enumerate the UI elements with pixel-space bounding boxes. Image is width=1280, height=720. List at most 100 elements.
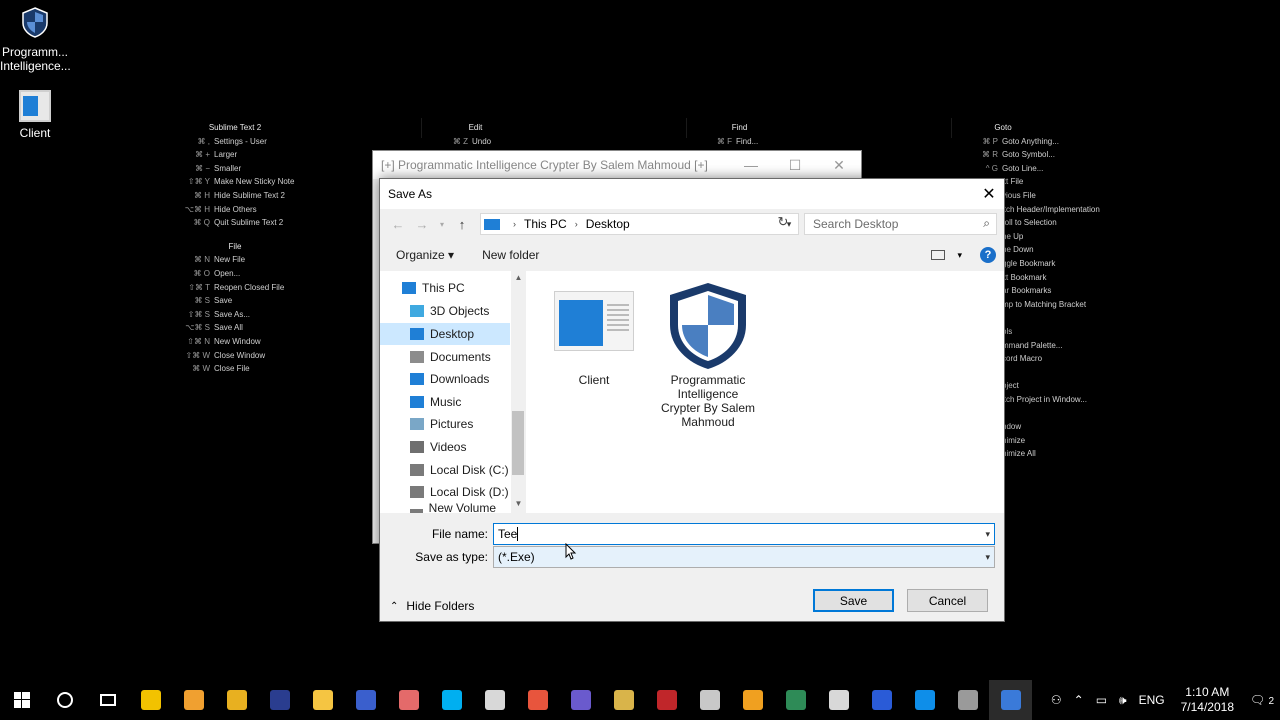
shortcut-key: ⇧⌘ W — [185, 350, 210, 360]
forward-arrow-icon: → — [415, 216, 429, 232]
taskbar-app-button[interactable] — [516, 680, 559, 720]
nav-item-this-pc[interactable]: This PC — [380, 277, 510, 299]
maximize-button[interactable]: ☐ — [773, 151, 817, 179]
taskbar-app-button[interactable] — [731, 680, 774, 720]
chevron-up-icon[interactable]: ⌃ — [1068, 693, 1090, 707]
taskbar-app-button[interactable] — [602, 680, 645, 720]
file-item-crypter[interactable]: Programmatic Intelligence Crypter By Sal… — [660, 281, 756, 429]
save-button[interactable]: Save — [813, 589, 894, 612]
taskbar-app-button[interactable] — [645, 680, 688, 720]
videos-icon — [410, 441, 424, 453]
language-indicator[interactable]: ENG — [1133, 693, 1171, 707]
nav-item-videos[interactable]: Videos — [380, 436, 510, 458]
nav-item-desktop[interactable]: Desktop — [380, 323, 510, 345]
desktop-icon-crypter[interactable]: Programm... Intelligence... — [0, 6, 71, 73]
cortana-button[interactable] — [43, 680, 86, 720]
help-icon[interactable]: ? — [980, 247, 996, 263]
taskbar-app-button[interactable] — [989, 680, 1032, 720]
taskbar-app-button[interactable] — [860, 680, 903, 720]
people-icon[interactable]: ⚇ — [1045, 693, 1068, 707]
shortcut-key: ⌘ , — [197, 136, 210, 146]
shortcut-label: Save — [214, 296, 233, 306]
cancel-button[interactable]: Cancel — [907, 589, 988, 612]
nav-item-documents[interactable]: Documents — [380, 346, 510, 368]
shortcut-label: Open... — [214, 268, 241, 278]
recent-locations-button[interactable]: ▾ — [434, 220, 450, 229]
close-button[interactable]: ✕ — [817, 151, 861, 179]
chevron-down-icon[interactable]: ▾ — [985, 529, 990, 540]
save-type-label: Save as type: — [415, 550, 488, 564]
file-name-row: File name: Tee ▾ — [380, 523, 1004, 545]
network-icon[interactable]: ▭ — [1090, 693, 1113, 707]
nav-scrollbar[interactable]: ▲ ▼ — [511, 271, 526, 513]
scroll-thumb[interactable] — [512, 411, 524, 475]
volume-icon[interactable]: 🕪 — [1113, 693, 1133, 708]
taskbar-app-button[interactable] — [559, 680, 602, 720]
search-icon[interactable]: ⌕ — [983, 216, 990, 231]
forward-button[interactable]: → — [410, 217, 434, 232]
shortcut-label: mp to Matching Bracket — [1002, 299, 1087, 309]
breadcrumb-desktop[interactable]: Desktop — [586, 217, 630, 231]
dialog-titlebar[interactable]: Save As ✕ — [380, 179, 1004, 209]
crypter-titlebar[interactable]: [+] Programmatic Intelligence Crypter By… — [373, 151, 861, 179]
taskbar-app-button[interactable] — [688, 680, 731, 720]
task-view-icon — [99, 694, 116, 706]
nav-item-local-disk-d[interactable]: Local Disk (D:) — [380, 481, 510, 503]
nav-item-label: Documents — [430, 350, 491, 364]
chevron-down-icon[interactable]: ▾ — [957, 250, 962, 261]
start-button[interactable] — [0, 680, 43, 720]
shortcut-key: ⌘ + — [195, 150, 210, 160]
shortcut-heading: Goto — [994, 123, 1012, 132]
taskbar-app-button[interactable] — [129, 680, 172, 720]
organize-button[interactable]: Organize ▾ — [380, 248, 468, 262]
taskbar-app-button[interactable] — [301, 680, 344, 720]
minimize-icon: — — [744, 157, 758, 173]
up-button[interactable]: ↑ — [450, 217, 474, 232]
shortcut-label: New Window — [214, 336, 261, 346]
taskbar-app-button[interactable] — [258, 680, 301, 720]
dialog-close-button[interactable]: ✕ — [974, 179, 1004, 209]
search-input[interactable]: Search Desktop ⌕ — [804, 213, 997, 235]
sublime-shortcut-column-edit: Edit ⌘ Z Undo — [428, 121, 523, 148]
taskbar-app-button[interactable] — [344, 680, 387, 720]
chevron-right-icon: › — [513, 219, 516, 229]
overlay-divider — [951, 118, 952, 138]
scroll-down-icon[interactable]: ▼ — [511, 499, 526, 508]
taskbar-app-button[interactable] — [473, 680, 516, 720]
nav-item-new-volume-e[interactable]: New Volume (E:) — [380, 501, 510, 513]
file-name-input[interactable]: Tee ▾ — [493, 523, 995, 545]
shortcut-key: ⌥⌘ H — [184, 204, 210, 214]
taskbar-app-button[interactable] — [387, 680, 430, 720]
nav-item-local-disk-c[interactable]: Local Disk (C:) — [380, 459, 510, 481]
nav-item-music[interactable]: Music — [380, 391, 510, 413]
weibo-icon — [183, 690, 204, 710]
desktop-icon-client[interactable]: Client — [0, 90, 70, 140]
minimize-button[interactable]: — — [729, 151, 773, 179]
back-button[interactable]: ← — [386, 217, 410, 232]
shortcut-key: ^ G — [985, 163, 998, 173]
hide-folders-button[interactable]: ⌃ Hide Folders — [390, 599, 474, 613]
desktop-icon-label: Client — [19, 126, 51, 140]
taskbar-app-button[interactable] — [946, 680, 989, 720]
nav-item-pictures[interactable]: Pictures — [380, 413, 510, 435]
breadcrumb-this-pc[interactable]: This PC — [524, 217, 567, 231]
active-app-icon — [1000, 690, 1021, 710]
task-view-button[interactable] — [86, 680, 129, 720]
file-item-client[interactable]: Client — [546, 291, 642, 387]
taskbar-app-button[interactable] — [172, 680, 215, 720]
taskbar-app-button[interactable] — [817, 680, 860, 720]
taskbar-app-button[interactable] — [903, 680, 946, 720]
notifications-button[interactable]: 🗨 2 — [1244, 693, 1280, 707]
shortcut-row: ⌘ W Close File — [170, 362, 300, 376]
nav-item-3d-objects[interactable]: 3D Objects — [380, 300, 510, 322]
taskbar-app-button[interactable] — [430, 680, 473, 720]
taskbar-app-button[interactable] — [215, 680, 258, 720]
scroll-up-icon[interactable]: ▲ — [511, 273, 526, 282]
refresh-button[interactable]: ↻ — [772, 214, 794, 234]
clock[interactable]: 1:10 AM 7/14/2018 — [1171, 685, 1244, 715]
address-breadcrumb[interactable]: › This PC › Desktop ▾ — [480, 213, 799, 235]
taskbar-app-button[interactable] — [774, 680, 817, 720]
new-folder-button[interactable]: New folder — [468, 248, 553, 262]
view-options-icon[interactable] — [931, 250, 946, 260]
nav-item-downloads[interactable]: Downloads — [380, 368, 510, 390]
